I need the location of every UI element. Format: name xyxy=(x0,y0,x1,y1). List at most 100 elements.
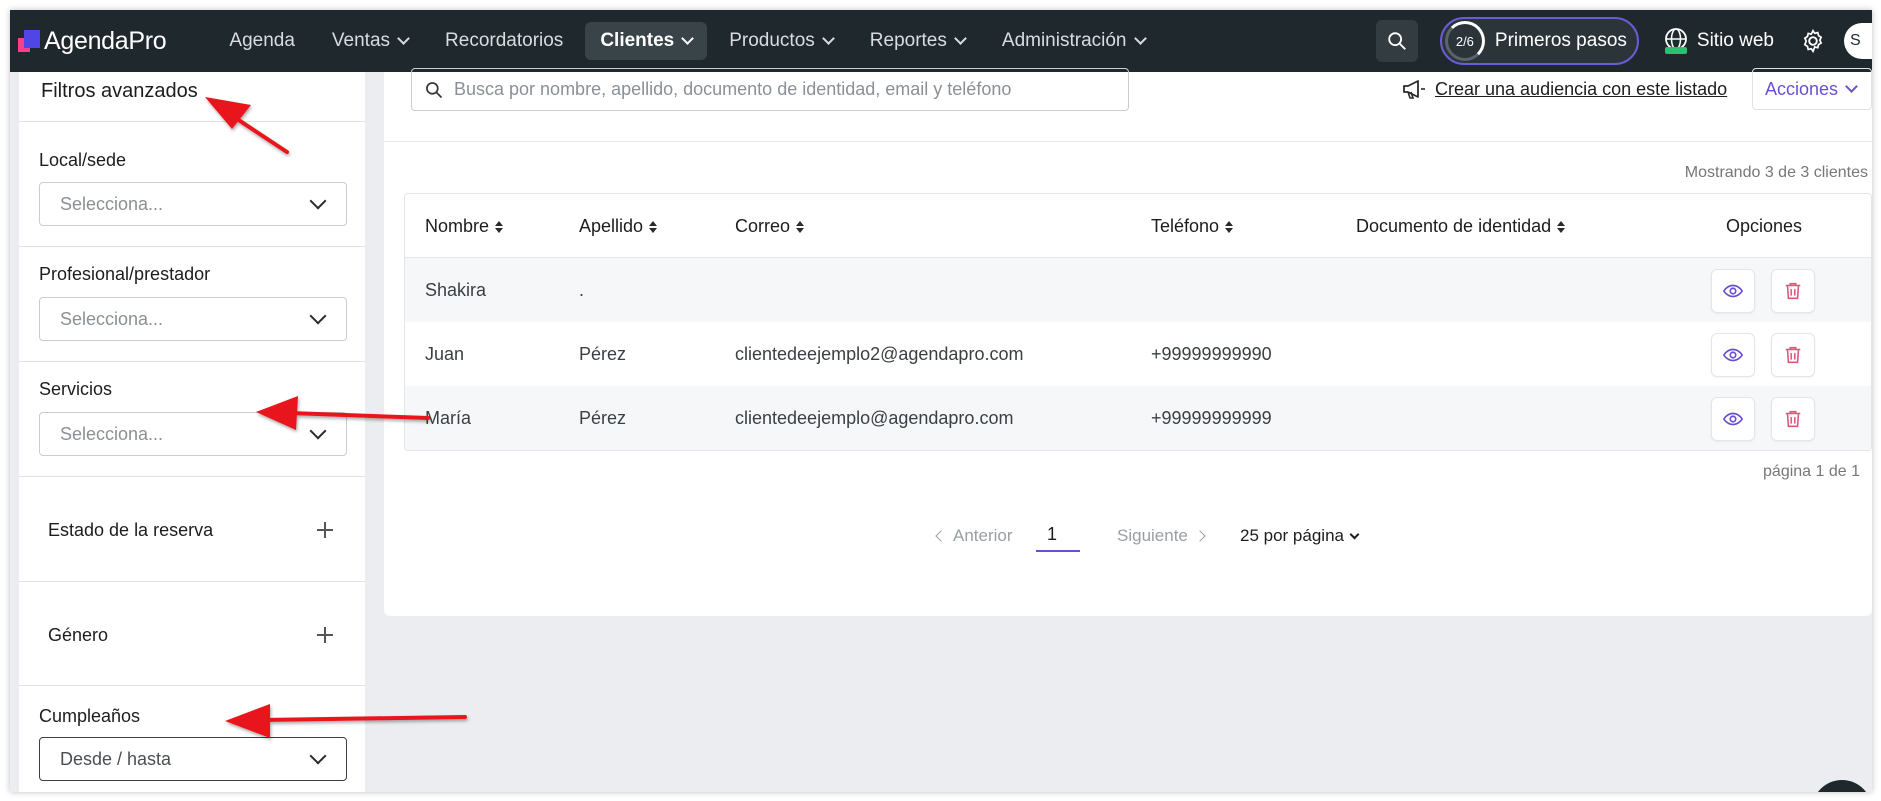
pagination: Anterior 1 Siguiente 25 por página xyxy=(384,524,1872,566)
column-label: Nombre xyxy=(425,216,490,236)
nav-item-label: Ventas xyxy=(331,30,391,51)
nav-item-label: Agenda xyxy=(229,30,295,51)
delete-client-button[interactable] xyxy=(1771,333,1815,377)
next-page-button[interactable]: Siguiente xyxy=(1117,526,1206,546)
chevron-down-icon xyxy=(309,747,327,765)
create-audience-label: Crear una audiencia con este listado xyxy=(1435,78,1728,99)
create-audience-link[interactable]: Crear una audiencia con este listado xyxy=(1401,72,1727,106)
cell-correo: clientedeejemplo2@agendapro.com xyxy=(735,344,1024,364)
table-row: Juan Pérez clientedeejemplo2@agendapro.c… xyxy=(405,322,1871,386)
top-right-actions: 2/6 Primeros pasos Sitio web S xyxy=(1375,10,1872,72)
chat-widget-button[interactable] xyxy=(1812,780,1872,792)
nav-item-label: Reportes xyxy=(869,30,947,51)
brand-logo[interactable]: AgendaPro xyxy=(18,10,167,72)
eye-icon xyxy=(1722,412,1744,426)
divider xyxy=(19,476,365,477)
column-header-correo[interactable]: Correo xyxy=(735,216,805,237)
sort-icon xyxy=(796,220,805,233)
plus-icon[interactable] xyxy=(317,627,333,643)
column-label: Apellido xyxy=(579,216,644,236)
column-label: Opciones xyxy=(1726,216,1803,236)
nav-item-recordatorios[interactable]: Recordatorios xyxy=(430,22,578,60)
view-client-button[interactable] xyxy=(1711,397,1755,441)
column-label: Documento de identidad xyxy=(1356,216,1552,236)
current-page-number[interactable]: 1 xyxy=(1036,522,1080,552)
chevron-left-icon xyxy=(935,530,947,542)
chevron-down-icon xyxy=(1349,529,1360,539)
clients-table: Nombre Apellido Correo Teléfono Document… xyxy=(404,193,1872,451)
servicios-filter-label: Servicios xyxy=(39,379,113,399)
nav-item-label: Productos xyxy=(729,30,815,51)
column-label: Correo xyxy=(735,216,791,236)
nav-item-administracion[interactable]: Administración xyxy=(987,22,1160,60)
column-header-apellido[interactable]: Apellido xyxy=(579,216,658,237)
divider xyxy=(384,141,1872,142)
client-search-input[interactable]: Busca por nombre, apellido, documento de… xyxy=(411,68,1129,111)
delete-client-button[interactable] xyxy=(1771,269,1815,313)
nav-item-reportes[interactable]: Reportes xyxy=(855,22,980,60)
divider xyxy=(19,685,365,686)
website-link[interactable]: Sitio web xyxy=(1661,26,1774,56)
chevron-down-icon xyxy=(954,32,967,45)
divider xyxy=(19,581,365,582)
view-client-button[interactable] xyxy=(1711,269,1755,313)
divider xyxy=(19,121,365,122)
cell-apellido: Pérez xyxy=(579,408,627,428)
gear-icon[interactable] xyxy=(1800,28,1826,54)
sort-icon xyxy=(1557,220,1566,233)
chevron-down-icon xyxy=(309,307,327,325)
per-page-label: 25 por página xyxy=(1240,526,1344,545)
view-client-button[interactable] xyxy=(1711,333,1755,377)
sort-icon xyxy=(649,220,658,233)
main-nav: Agenda Ventas Recordatorios Clientes Pro… xyxy=(214,10,1166,72)
local-select[interactable]: Selecciona... xyxy=(39,182,347,226)
column-label: Teléfono xyxy=(1151,216,1220,236)
column-header-telefono[interactable]: Teléfono xyxy=(1151,216,1234,237)
megaphone-icon xyxy=(1403,80,1425,99)
estado-reserva-toggle[interactable]: Estado de la reserva xyxy=(48,520,213,541)
advanced-filters-panel: Filtros avanzados Local/sede Selecciona.… xyxy=(19,72,365,792)
search-icon xyxy=(426,82,443,99)
chevron-right-icon xyxy=(1194,530,1206,542)
cell-apellido: Pérez xyxy=(579,344,627,364)
nav-item-label: Recordatorios xyxy=(445,30,564,51)
actions-dropdown[interactable]: Acciones xyxy=(1752,68,1872,110)
column-header-nombre[interactable]: Nombre xyxy=(425,216,504,237)
actions-label: Acciones xyxy=(1765,78,1839,99)
sort-icon xyxy=(495,220,504,233)
cell-nombre: Shakira xyxy=(425,280,487,300)
chevron-down-icon xyxy=(309,192,327,210)
local-filter-label: Local/sede xyxy=(39,150,127,170)
divider xyxy=(19,361,365,362)
previous-page-button[interactable]: Anterior xyxy=(935,526,1013,546)
first-steps-button[interactable]: 2/6 Primeros pasos xyxy=(1439,17,1639,65)
per-page-select[interactable]: 25 por página xyxy=(1240,526,1360,546)
column-header-documento[interactable]: Documento de identidad xyxy=(1356,216,1566,237)
cell-telefono: +99999999990 xyxy=(1151,344,1272,364)
filters-title: Filtros avanzados xyxy=(41,80,198,102)
table-row: María Pérez clientedeejemplo@agendapro.c… xyxy=(405,386,1871,450)
first-steps-label: Primeros pasos xyxy=(1494,30,1627,51)
cumpleanos-range-select[interactable]: Desde / hasta xyxy=(39,737,347,781)
genero-toggle[interactable]: Género xyxy=(48,625,108,646)
eye-icon xyxy=(1722,284,1744,298)
profesional-select[interactable]: Selecciona... xyxy=(39,297,347,341)
globe-www-icon xyxy=(1664,28,1687,54)
global-search-button[interactable] xyxy=(1375,20,1418,62)
chevron-down-icon xyxy=(1133,32,1147,45)
nav-item-clientes[interactable]: Clientes xyxy=(585,22,708,60)
nav-item-productos[interactable]: Productos xyxy=(714,22,848,60)
plus-icon[interactable] xyxy=(317,522,333,538)
search-placeholder: Busca por nombre, apellido, documento de… xyxy=(454,79,1012,99)
nav-item-agenda[interactable]: Agenda xyxy=(214,22,310,60)
chevron-down-icon xyxy=(309,422,327,440)
nav-item-ventas[interactable]: Ventas xyxy=(317,22,423,60)
cumpleanos-filter-label: Cumpleaños xyxy=(39,706,141,726)
cell-apellido: . xyxy=(579,280,585,300)
delete-client-button[interactable] xyxy=(1771,397,1815,441)
brand-name: AgendaPro xyxy=(44,26,167,55)
divider xyxy=(19,246,365,247)
user-avatar[interactable]: S xyxy=(1844,23,1872,59)
nav-item-label: Administración xyxy=(1001,30,1127,51)
servicios-select[interactable]: Selecciona... xyxy=(39,412,347,456)
